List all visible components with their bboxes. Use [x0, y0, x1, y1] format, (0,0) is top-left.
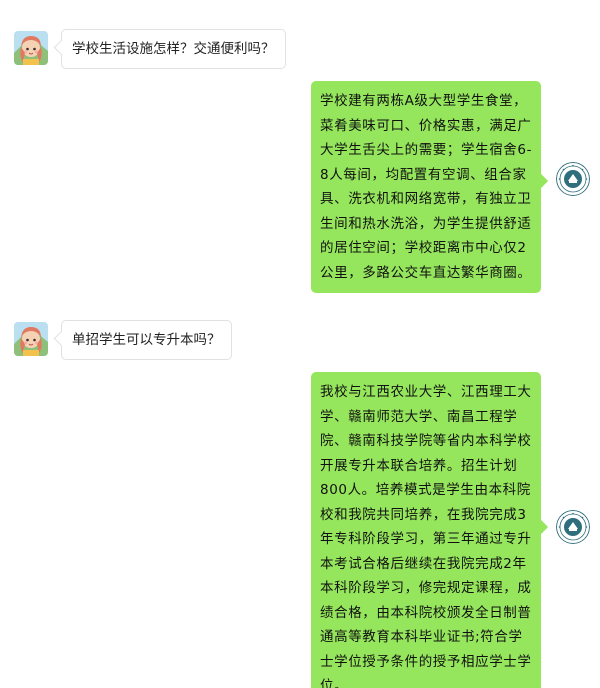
message-line: 学校建有两栋A级大型学生食堂， — [320, 93, 528, 109]
girl-avatar-icon — [14, 322, 48, 356]
message-text: 单招学生可以专升本吗？ — [72, 332, 221, 348]
message-line: 的居住空间；学校距离市中心仅2 — [320, 240, 527, 256]
message-line: 学、赣南师范大学、南昌工程学 — [320, 408, 518, 425]
school-logo-icon — [556, 510, 590, 544]
message-line: 绩合格，由本科院校颁发全日制普 — [320, 604, 532, 621]
girl-avatar-icon — [14, 31, 48, 65]
message-line: 我校与江西农业大学、江西理工大 — [320, 384, 532, 400]
message-line: 本考试合格后继续在我院完成2年 — [320, 555, 527, 572]
school-logo-icon — [556, 162, 590, 196]
message-line: 生间和热水洗浴，为学生提供舒适 — [320, 215, 532, 232]
school-avatar[interactable] — [556, 510, 590, 544]
incoming-message[interactable]: 学校生活设施怎样？交通便利吗？ — [61, 29, 286, 69]
message-line: 院、赣南科技学院等省内本科学校 — [320, 433, 532, 449]
message-line: 通高等教育本科毕业证书;符合学 — [320, 629, 523, 645]
message-line: 菜肴美味可口、价格实惠，满足广 — [320, 117, 532, 134]
message-line: 具、洗衣机和网络宽带，有独立卫 — [320, 191, 532, 207]
message-line: 公里，多路公交车直达繁华商圈。 — [320, 264, 532, 281]
message-line: 开展专升本联合培养。招生计划 — [320, 457, 518, 474]
outgoing-message[interactable]: 学校建有两栋A级大型学生食堂， 菜肴美味可口、价格实惠，满足广 大学生舌尖上的需… — [311, 81, 541, 293]
user-avatar[interactable] — [14, 322, 48, 356]
message-line: 本科阶段学习，修完规定课程，成 — [320, 580, 532, 596]
user-avatar[interactable] — [14, 31, 48, 65]
chat-thread: 学校生活设施怎样？交通便利吗？ 学校建有两栋A级大型学生食堂， 菜肴美味可口、价… — [0, 0, 600, 688]
outgoing-message[interactable]: 我校与江西农业大学、江西理工大 学、赣南师范大学、南昌工程学 院、赣南科技学院等… — [311, 372, 541, 688]
message-line: 位。 — [320, 678, 349, 688]
message-line: 年专科阶段学习，第三年通过专升 — [320, 531, 532, 547]
school-avatar[interactable] — [556, 162, 590, 196]
message-line: 800人。培养模式是学生由本科院 — [320, 482, 531, 498]
incoming-message[interactable]: 单招学生可以专升本吗？ — [61, 320, 232, 360]
message-line: 士学位授予条件的授予相应学士学 — [320, 653, 532, 670]
message-line: 8人每间，均配置有空调、组合家 — [320, 166, 527, 183]
message-line: 校和我院共同培养，在我院完成3 — [320, 506, 527, 523]
message-line: 大学生舌尖上的需要；学生宿舍6- — [320, 142, 533, 158]
message-text: 学校生活设施怎样？交通便利吗？ — [72, 41, 275, 57]
